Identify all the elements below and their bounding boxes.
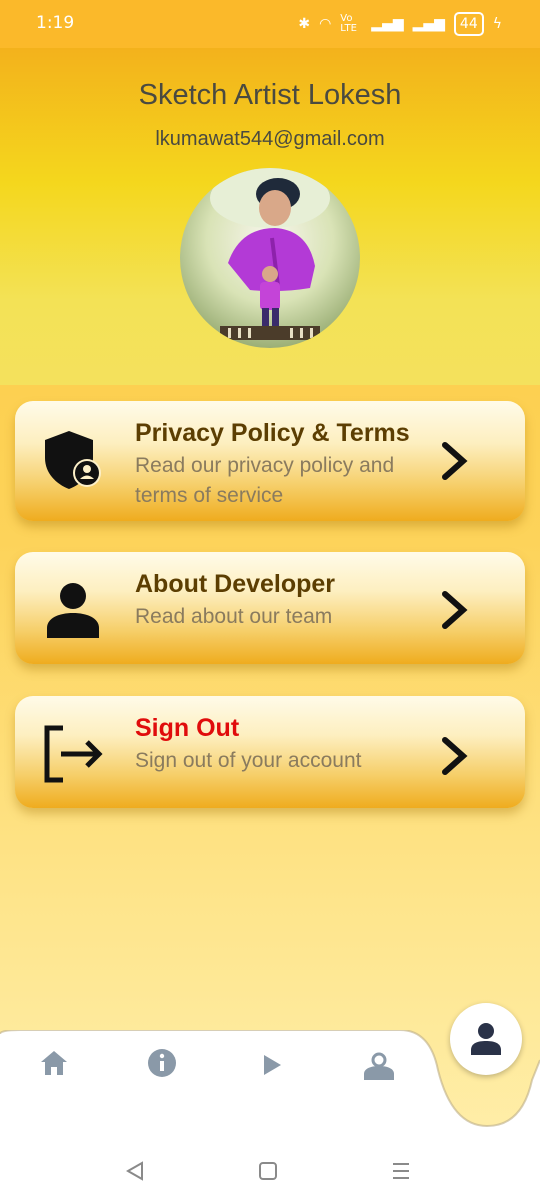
profile-email: lkumawat544@gmail.com <box>155 128 385 150</box>
about-developer-card[interactable]: About Developer Read about our team <box>15 552 525 664</box>
avatar-photo <box>210 168 330 340</box>
system-nav-bar <box>0 1140 540 1204</box>
back-icon[interactable] <box>124 1160 146 1182</box>
wifi-icon: ◠ <box>319 16 332 32</box>
signout-title: Sign Out <box>135 714 240 742</box>
about-desc: Read about our team <box>135 605 333 628</box>
status-time: 1:19 <box>36 13 75 33</box>
play-icon[interactable] <box>257 1050 287 1080</box>
profile-header: Sketch Artist Lokesh lkumawat544@gmail.c… <box>0 48 540 385</box>
status-icons: ✱ ◠ Vo LTE ▂▄▆ ▂▄▆ 44 ϟ <box>298 12 502 36</box>
signal-icon-2: ▂▄▆ <box>412 16 445 32</box>
chevron-right-icon <box>442 591 468 629</box>
home-square-icon[interactable] <box>257 1160 279 1182</box>
about-title: About Developer <box>135 570 336 598</box>
menu-lines-icon[interactable] <box>390 1160 412 1182</box>
chevron-right-icon <box>442 442 468 480</box>
network-label: Vo LTE <box>340 13 357 34</box>
privacy-policy-card[interactable]: Privacy Policy & Terms Read our privacy … <box>15 401 525 521</box>
user-settings-icon[interactable] <box>362 1048 396 1080</box>
profile-icon <box>471 1023 501 1055</box>
sign-out-card[interactable]: Sign Out Sign out of your account <box>15 696 525 808</box>
charging-icon: ϟ <box>492 16 502 32</box>
home-icon[interactable] <box>39 1048 69 1078</box>
avatar <box>180 168 360 348</box>
privacy-desc: Read our privacy policy and terms of ser… <box>135 454 395 507</box>
info-icon[interactable] <box>147 1048 177 1078</box>
chevron-right-icon <box>442 737 468 775</box>
privacy-title: Privacy Policy & Terms <box>135 419 410 447</box>
bluetooth-icon: ✱ <box>298 16 311 32</box>
status-bar: 1:19 ✱ ◠ Vo LTE ▂▄▆ ▂▄▆ 44 ϟ <box>0 0 540 48</box>
logout-icon <box>44 725 103 783</box>
profile-tab-button[interactable] <box>450 1003 522 1075</box>
shield-user-icon <box>45 431 101 489</box>
signal-icon: ▂▄▆ <box>371 16 404 32</box>
profile-name: Sketch Artist Lokesh <box>138 79 402 111</box>
signout-desc: Sign out of your account <box>135 749 362 772</box>
battery-level: 44 <box>453 12 484 36</box>
person-icon <box>47 583 99 638</box>
